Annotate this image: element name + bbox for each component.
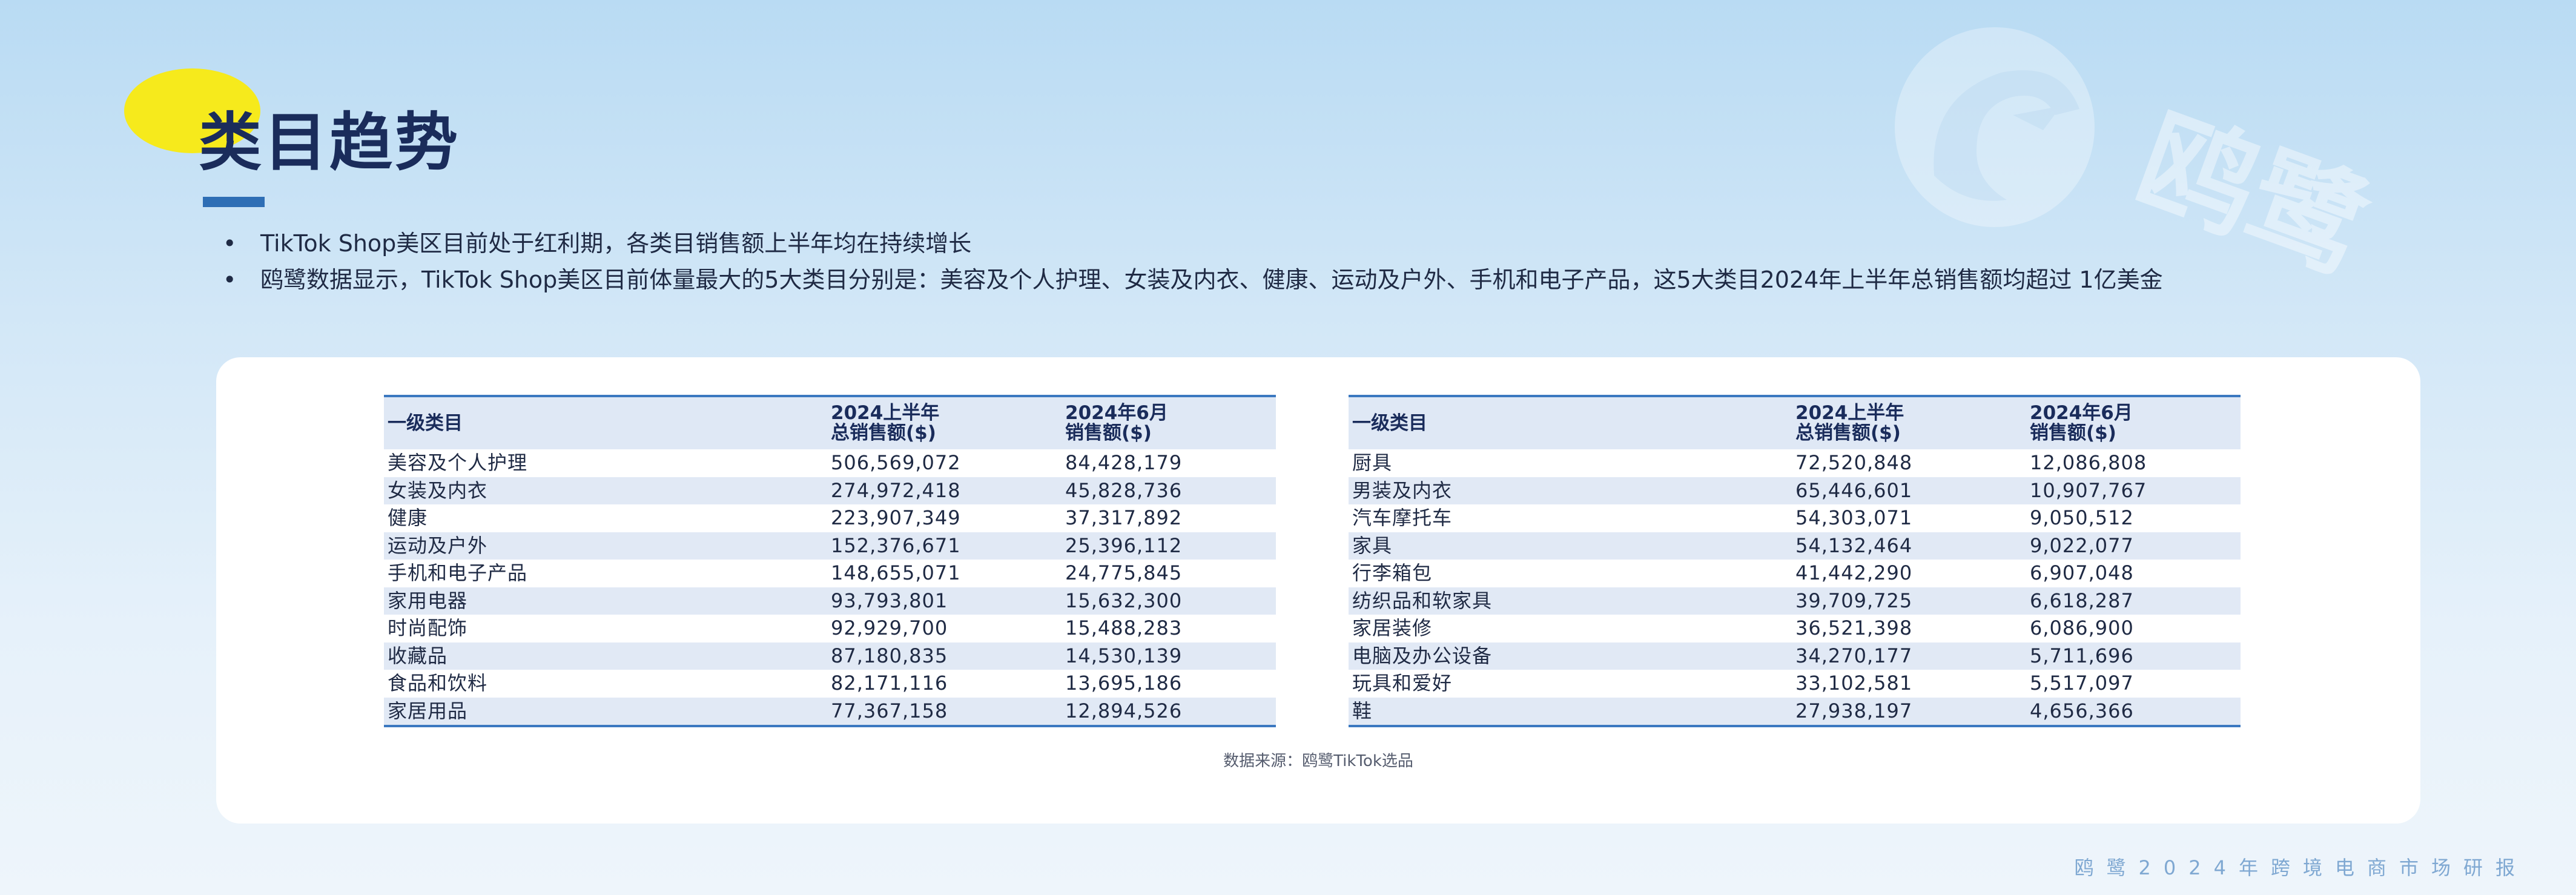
header-june-sales: 2024年6月 销售额($) [1065,402,1168,444]
cell-june-sales: 12,086,808 [2030,451,2147,475]
cell-june-sales: 45,828,736 [1065,478,1183,502]
table-row: 玩具和爱好 33,102,581 5,517,097 [1349,670,2241,698]
data-source-note: 数据来源：鸥鹭TikTok选品 [1223,752,1413,770]
cell-h1-sales: 152,376,671 [831,533,961,557]
cell-june-sales: 6,618,287 [2030,589,2134,612]
header-h1-sales: 2024上半年 总销售额($) [831,402,940,444]
cell-category: 家居用品 [388,699,468,722]
table-row: 收藏品 87,180,835 14,530,139 [384,642,1276,670]
table-row: 电脑及办公设备 34,270,177 5,711,696 [1349,642,2241,670]
table-row: 食品和饮料 82,171,116 13,695,186 [384,670,1276,698]
tables-panel: 一级类目 2024上半年 总销售额($) 2024年6月 销售额($) 美容及个人护… [216,357,2420,824]
bullet-item: TikTok Shop美区目前处于红利期，各类目销售额上半年均在持续增长 [218,225,2459,262]
table-row: 女装及内衣 274,972,418 45,828,736 [384,477,1276,504]
cell-category: 运动及户外 [388,533,488,557]
cell-h1-sales: 54,303,071 [1795,506,1913,530]
cell-june-sales: 25,396,112 [1065,533,1183,557]
cell-h1-sales: 65,446,601 [1795,478,1913,502]
cell-category: 家用电器 [388,589,468,612]
category-table-right: 一级类目 2024上半年 总销售额($) 2024年6月 销售额($) 厨具 72,5… [1349,395,2241,727]
header-june-sales: 2024年6月 销售额($) [2030,402,2133,444]
cell-category: 纺织品和软家具 [1352,589,1493,612]
page-title: 类目趋势 [199,105,461,179]
bullet-list: TikTok Shop美区目前处于红利期，各类目销售额上半年均在持续增长 鸥鹭数… [218,225,2459,298]
cell-category: 时尚配饰 [388,616,468,640]
table-header-row: 一级类目 2024上半年 总销售额($) 2024年6月 销售额($) [1349,396,2241,449]
table-row: 鞋 27,938,197 4,656,366 [1349,697,2241,726]
cell-h1-sales: 41,442,290 [1795,561,1913,585]
cell-h1-sales: 93,793,801 [831,589,948,612]
cell-june-sales: 13,695,186 [1065,672,1183,695]
cell-category: 男装及内衣 [1352,478,1453,502]
cell-category: 鞋 [1352,699,1373,722]
report-footer: 鸥鹭2024年跨境电商市场研报 [2074,856,2528,879]
cell-june-sales: 9,050,512 [2030,506,2134,530]
cell-june-sales: 9,022,077 [2030,533,2134,557]
table-row: 时尚配饰 92,929,700 15,488,283 [384,615,1276,642]
table-row: 男装及内衣 65,446,601 10,907,767 [1349,477,2241,504]
table-header-row: 一级类目 2024上半年 总销售额($) 2024年6月 销售额($) [384,396,1276,449]
cell-category: 健康 [388,506,428,530]
cell-h1-sales: 148,655,071 [831,561,961,585]
cell-h1-sales: 223,907,349 [831,506,961,530]
cell-category: 行李箱包 [1352,561,1433,585]
cell-june-sales: 10,907,767 [2030,478,2147,502]
cell-h1-sales: 36,521,398 [1795,616,1913,640]
bullet-item: 鸥鹭数据显示，TikTok Shop美区目前体量最大的5大类目分别是：美容及个人… [218,262,2459,298]
cell-category: 收藏品 [388,644,448,667]
header-h1-sales: 2024上半年 总销售额($) [1795,402,1904,444]
table-row: 健康 223,907,349 37,317,892 [384,504,1276,532]
cell-h1-sales: 54,132,464 [1795,533,1913,557]
table-row: 厨具 72,520,848 12,086,808 [1349,449,2241,477]
cell-june-sales: 37,317,892 [1065,506,1183,530]
table-row: 运动及户外 152,376,671 25,396,112 [384,532,1276,560]
cell-h1-sales: 82,171,116 [831,672,948,695]
cell-june-sales: 24,775,845 [1065,561,1183,585]
cell-category: 玩具和爱好 [1352,672,1453,695]
cell-h1-sales: 92,929,700 [831,616,948,640]
category-table-left: 一级类目 2024上半年 总销售额($) 2024年6月 销售额($) 美容及个人护… [384,395,1276,727]
cell-category: 汽车摩托车 [1352,506,1453,530]
cell-category: 家居装修 [1352,616,1433,640]
cell-category: 食品和饮料 [388,672,488,695]
cell-h1-sales: 72,520,848 [1795,451,1913,475]
cell-category: 家具 [1352,533,1393,557]
table-row: 家居用品 77,367,158 12,894,526 [384,697,1276,726]
cell-june-sales: 5,517,097 [2030,672,2134,695]
table-row: 家居装修 36,521,398 6,086,900 [1349,615,2241,642]
cell-june-sales: 14,530,139 [1065,644,1183,667]
cell-h1-sales: 33,102,581 [1795,672,1913,695]
cell-june-sales: 15,632,300 [1065,589,1183,612]
table-row: 行李箱包 41,442,290 6,907,048 [1349,560,2241,587]
table-row: 纺织品和软家具 39,709,725 6,618,287 [1349,587,2241,615]
header-category: 一级类目 [1352,412,1427,434]
cell-h1-sales: 27,938,197 [1795,699,1913,722]
cell-june-sales: 84,428,179 [1065,451,1183,475]
cell-category: 女装及内衣 [388,478,488,502]
cell-h1-sales: 39,709,725 [1795,589,1913,612]
cell-category: 电脑及办公设备 [1352,644,1493,667]
table-row: 美容及个人护理 506,569,072 84,428,179 [384,449,1276,477]
cell-june-sales: 12,894,526 [1065,699,1183,722]
title-underline [203,197,265,207]
cell-june-sales: 5,711,696 [2030,644,2134,667]
cell-h1-sales: 77,367,158 [831,699,948,722]
cell-june-sales: 15,488,283 [1065,616,1183,640]
table-row: 家用电器 93,793,801 15,632,300 [384,587,1276,615]
cell-h1-sales: 274,972,418 [831,478,961,502]
cell-h1-sales: 87,180,835 [831,644,948,667]
table-row: 家具 54,132,464 9,022,077 [1349,532,2241,560]
table-row: 汽车摩托车 54,303,071 9,050,512 [1349,504,2241,532]
cell-category: 美容及个人护理 [388,451,528,475]
table-row: 手机和电子产品 148,655,071 24,775,845 [384,560,1276,587]
cell-june-sales: 4,656,366 [2030,699,2134,722]
cell-h1-sales: 34,270,177 [1795,644,1913,667]
cell-category: 手机和电子产品 [388,561,528,585]
cell-category: 厨具 [1352,451,1393,475]
cell-june-sales: 6,086,900 [2030,616,2134,640]
cell-h1-sales: 506,569,072 [831,451,961,475]
cell-june-sales: 6,907,048 [2030,561,2134,585]
header-category: 一级类目 [388,412,463,434]
